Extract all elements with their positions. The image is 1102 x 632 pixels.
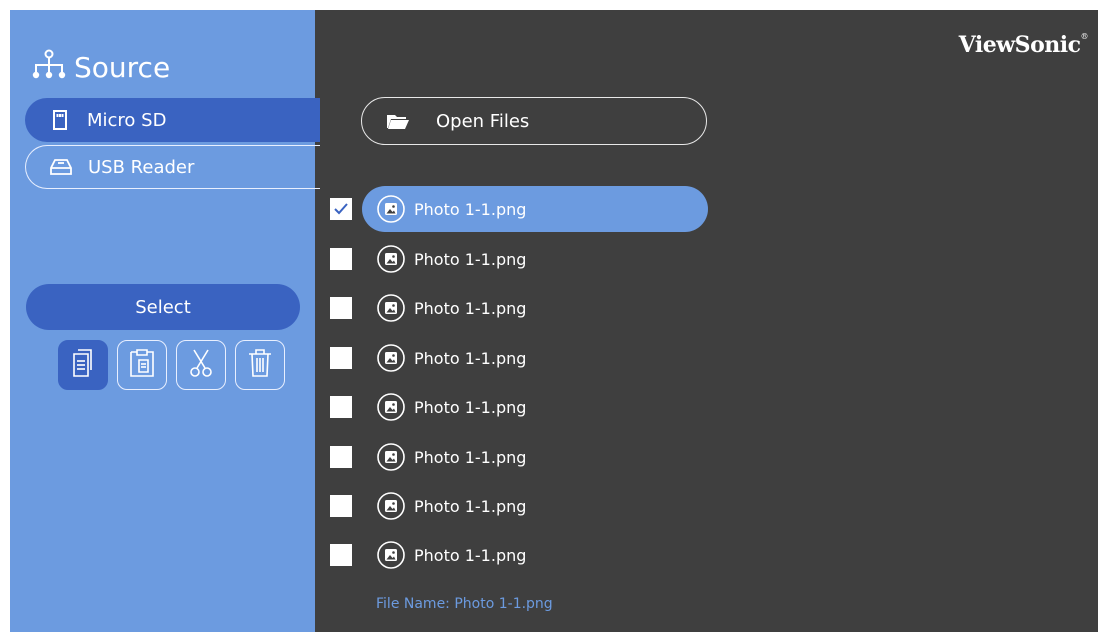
file-name-label: Photo 1-1.png	[414, 447, 527, 467]
file-item[interactable]: Photo 1-1.png	[362, 483, 708, 529]
file-row[interactable]: Photo 1-1.png	[330, 284, 710, 332]
file-item[interactable]: Photo 1-1.png	[362, 186, 708, 232]
image-file-icon	[376, 244, 406, 274]
image-file-icon	[376, 540, 406, 570]
file-row[interactable]: Photo 1-1.png	[330, 334, 710, 382]
source-title-text: Source	[74, 50, 171, 84]
delete-icon	[248, 348, 272, 382]
open-files-label: Open Files	[436, 110, 530, 132]
selected-file-name: File Name: Photo 1-1.png	[376, 596, 553, 612]
file-item[interactable]: Photo 1-1.png	[362, 384, 708, 430]
folder-icon	[386, 112, 410, 130]
file-item[interactable]: Photo 1-1.png	[362, 532, 708, 578]
file-row[interactable]: Photo 1-1.png	[330, 185, 710, 233]
file-name-label: Photo 1-1.png	[414, 496, 527, 516]
file-checkbox[interactable]	[330, 297, 352, 319]
file-checkbox[interactable]	[330, 544, 352, 566]
file-item[interactable]: Photo 1-1.png	[362, 335, 708, 381]
viewsonic-logo: ViewSonic®	[958, 32, 1089, 58]
cut-icon	[188, 348, 214, 382]
source-title: Source	[32, 46, 170, 88]
file-checkbox[interactable]	[330, 396, 352, 418]
image-file-icon	[376, 491, 406, 521]
copy-icon	[71, 349, 95, 381]
image-file-icon	[376, 442, 406, 472]
file-row[interactable]: Photo 1-1.png	[330, 383, 710, 431]
copy-button[interactable]	[58, 340, 108, 390]
file-name-label: Photo 1-1.png	[414, 199, 527, 219]
image-file-icon	[376, 194, 406, 224]
checkmark-icon	[334, 203, 348, 215]
file-item[interactable]: Photo 1-1.png	[362, 285, 708, 331]
paste-icon	[129, 348, 155, 382]
file-row[interactable]: Photo 1-1.png	[330, 531, 710, 579]
image-file-icon	[376, 293, 406, 323]
file-name-label: Photo 1-1.png	[414, 298, 527, 318]
sidebar-item-micro-sd[interactable]: Micro SD	[25, 98, 320, 142]
image-file-icon	[376, 392, 406, 422]
sidebar-item-usb-reader[interactable]: USB Reader	[25, 145, 320, 189]
delete-button[interactable]	[235, 340, 285, 390]
file-name-label: Photo 1-1.png	[414, 545, 527, 565]
paste-button[interactable]	[117, 340, 167, 390]
cut-button[interactable]	[176, 340, 226, 390]
file-row[interactable]: Photo 1-1.png	[330, 433, 710, 481]
open-files-button[interactable]: Open Files	[361, 97, 707, 145]
source-sidebar: Source Micro SD USB Reader Select	[10, 10, 320, 632]
file-action-toolbar	[58, 340, 285, 390]
projector-screen: Source Micro SD USB Reader Select ViewSo…	[10, 10, 1098, 632]
file-checkbox[interactable]	[330, 198, 352, 220]
file-row[interactable]: Photo 1-1.png	[330, 235, 710, 283]
brand-name: ViewSonic	[958, 32, 1081, 58]
file-item[interactable]: Photo 1-1.png	[362, 236, 708, 282]
sidebar-item-label: USB Reader	[88, 156, 195, 178]
file-row[interactable]: Photo 1-1.png	[330, 482, 710, 530]
file-item[interactable]: Photo 1-1.png	[362, 434, 708, 480]
file-name-label: Photo 1-1.png	[414, 249, 527, 269]
brand-mark: ®	[1080, 32, 1089, 41]
file-checkbox[interactable]	[330, 495, 352, 517]
file-checkbox[interactable]	[330, 347, 352, 369]
select-button[interactable]: Select	[26, 284, 300, 330]
file-name-label: Photo 1-1.png	[414, 348, 527, 368]
file-name-label: Photo 1-1.png	[414, 397, 527, 417]
source-tree-icon	[32, 49, 74, 86]
usb-reader-icon	[50, 156, 72, 178]
sd-card-icon	[49, 109, 71, 131]
file-checkbox[interactable]	[330, 446, 352, 468]
sidebar-item-label: Micro SD	[87, 109, 167, 131]
image-file-icon	[376, 343, 406, 373]
file-checkbox[interactable]	[330, 248, 352, 270]
